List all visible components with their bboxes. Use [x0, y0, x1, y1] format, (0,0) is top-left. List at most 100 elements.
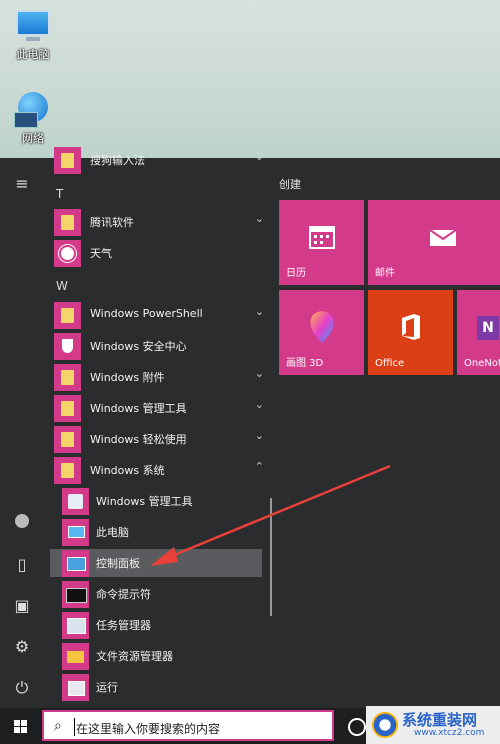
tile-calendar[interactable]: 日历	[279, 200, 364, 285]
chevron-down-icon: ⌄	[254, 150, 264, 163]
tile-label: 邮件	[375, 268, 395, 279]
tile-area: 创建 日历 邮件 画图 3D Office N OneNot	[279, 158, 500, 708]
watermark-text: 系统重装网	[402, 711, 478, 729]
chevron-down-icon: ⌄	[254, 429, 264, 442]
folder-icon	[54, 457, 81, 484]
sub-item-label: 文件资源管理器	[96, 650, 173, 663]
run-icon	[62, 674, 89, 701]
chevron-down-icon: ⌄	[254, 367, 264, 380]
weather-sun-icon	[54, 240, 81, 267]
folder-icon	[54, 395, 81, 422]
control-panel-icon	[62, 550, 89, 577]
power-icon[interactable]: ⏻	[12, 678, 32, 698]
app-item-label: 搜狗输入法	[90, 154, 145, 167]
app-item-label: Windows 安全中心	[90, 340, 187, 353]
watermark-url: www.xtcz2.com	[414, 728, 485, 738]
folder-icon	[54, 209, 81, 236]
app-item-weather[interactable]: 天气	[54, 239, 266, 267]
watermark-logo-icon	[372, 712, 398, 738]
admin-tools-icon	[62, 488, 89, 515]
section-header-t[interactable]: T	[56, 187, 63, 201]
app-item-ease-of-access[interactable]: Windows 轻松使用 ⌄	[54, 425, 266, 453]
tile-label: OneNot	[464, 358, 500, 369]
search-box[interactable]: ⌕ 在这里输入你要搜索的内容	[42, 710, 334, 741]
app-item-admin-tools[interactable]: Windows 管理工具 ⌄	[54, 394, 266, 422]
app-item-label: 腾讯软件	[90, 216, 134, 229]
section-header-w[interactable]: W	[56, 279, 68, 293]
chevron-down-icon: ⌄	[254, 212, 264, 225]
chevron-down-icon: ⌄	[254, 305, 264, 318]
hamburger-menu-icon[interactable]: ≡	[12, 174, 32, 194]
app-item-label: 天气	[90, 247, 112, 260]
computer-icon	[16, 10, 50, 41]
network-icon	[14, 92, 48, 128]
tile-label: 画图 3D	[286, 358, 324, 369]
app-item-windows-system[interactable]: Windows 系统 ⌃	[54, 456, 266, 484]
app-item-sogou[interactable]: 搜狗输入法 ⌄	[54, 146, 266, 174]
computer-icon	[62, 519, 89, 546]
app-item-label: Windows 系统	[90, 464, 165, 477]
sub-item-cmd[interactable]: 命令提示符	[62, 580, 262, 608]
desktop-icon-label: 网络	[22, 132, 44, 145]
app-item-label: Windows 管理工具	[90, 402, 187, 415]
mail-icon	[429, 229, 457, 246]
watermark: 系统重装网 www.xtcz2.com	[366, 706, 500, 744]
sub-item-control-panel[interactable]: 控制面板	[50, 549, 262, 577]
app-list: 搜狗输入法 ⌄ T 腾讯软件 ⌄ 天气 W Windows PowerShell…	[44, 147, 272, 708]
sub-item-label: 控制面板	[96, 557, 140, 570]
paint3d-icon	[310, 311, 334, 343]
tile-paint3d[interactable]: 画图 3D	[279, 290, 364, 375]
settings-icon[interactable]: ⚙	[12, 637, 32, 657]
onenote-icon: N	[477, 316, 499, 340]
windows-logo-icon[interactable]	[0, 708, 42, 744]
task-manager-icon	[62, 612, 89, 639]
pictures-icon[interactable]: ▣	[12, 596, 32, 616]
folder-icon	[54, 302, 81, 329]
tile-onenote[interactable]: N OneNot	[457, 290, 500, 375]
folder-icon	[54, 426, 81, 453]
start-rail: ≡ ▯ ▣ ⚙ ⏻	[0, 158, 44, 708]
folder-icon	[54, 147, 81, 174]
app-item-powershell[interactable]: Windows PowerShell ⌄	[54, 301, 266, 329]
tile-group-title[interactable]: 创建	[279, 176, 301, 192]
app-item-label: Windows 轻松使用	[90, 433, 187, 446]
tile-label: Office	[375, 358, 405, 369]
search-icon: ⌕	[54, 718, 62, 734]
user-icon[interactable]	[12, 513, 32, 533]
app-item-label: Windows 附件	[90, 371, 165, 384]
app-item-tencent[interactable]: 腾讯软件 ⌄	[54, 208, 266, 236]
sub-item-task-manager[interactable]: 任务管理器	[62, 611, 262, 639]
folder-icon	[54, 364, 81, 391]
app-list-scrollbar[interactable]	[270, 498, 272, 616]
app-item-label: Windows PowerShell	[90, 307, 203, 320]
tile-office[interactable]: Office	[368, 290, 453, 375]
sub-item-file-explorer[interactable]: 文件资源管理器	[62, 642, 262, 670]
tile-mail[interactable]: 邮件	[368, 200, 500, 285]
shield-icon	[54, 333, 81, 360]
tile-label: 日历	[286, 268, 306, 279]
start-menu: ≡ ▯ ▣ ⚙ ⏻ 搜狗输入法 ⌄ T 腾讯软件 ⌄ 天气 W Windows …	[0, 147, 500, 708]
chevron-up-icon: ⌃	[254, 460, 264, 473]
app-item-security-center[interactable]: Windows 安全中心	[54, 332, 266, 360]
document-icon[interactable]: ▯	[12, 555, 32, 575]
app-item-accessories[interactable]: Windows 附件 ⌄	[54, 363, 266, 391]
file-explorer-icon	[62, 643, 89, 670]
desktop: 此电脑 网络	[0, 0, 500, 158]
chevron-down-icon: ⌄	[254, 398, 264, 411]
sub-item-label: 命令提示符	[96, 588, 151, 601]
desktop-icon-label: 此电脑	[16, 48, 50, 61]
office-icon	[402, 314, 420, 340]
desktop-icon-this-pc[interactable]: 此电脑	[3, 10, 63, 62]
sub-item-label: 任务管理器	[96, 619, 151, 632]
text-caret	[74, 718, 75, 736]
desktop-icon-network[interactable]: 网络	[3, 92, 63, 146]
sub-item-label: 运行	[96, 681, 118, 694]
sub-item-this-pc[interactable]: 此电脑	[62, 518, 262, 546]
task-view-icon[interactable]	[348, 718, 366, 736]
sub-item-label: Windows 管理工具	[96, 495, 193, 508]
sub-item-label: 此电脑	[96, 526, 129, 539]
sub-item-admin-tools[interactable]: Windows 管理工具	[62, 487, 262, 515]
search-placeholder: 在这里输入你要搜索的内容	[76, 722, 221, 736]
sub-item-run[interactable]: 运行	[62, 673, 262, 701]
calendar-icon	[309, 226, 335, 249]
